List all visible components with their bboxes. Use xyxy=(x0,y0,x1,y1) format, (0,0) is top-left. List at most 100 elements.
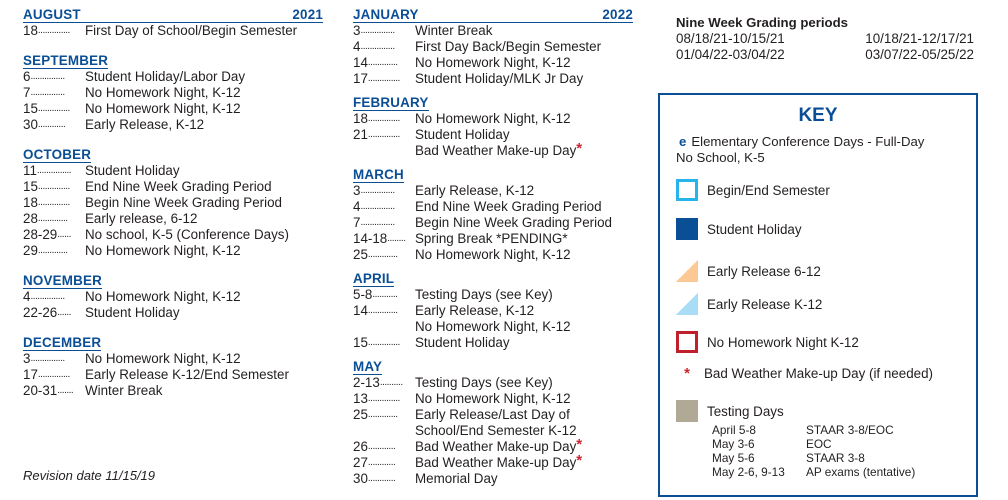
event-date: 15 xyxy=(23,101,38,116)
calendar-event: 25............. Early Release/Last Day of xyxy=(353,407,633,423)
grading-period: 08/18/21-10/15/21 xyxy=(676,31,785,46)
calendar-event: 30............ Memorial Day xyxy=(353,471,633,487)
test-name: EOC xyxy=(806,437,832,451)
event-date: 17 xyxy=(23,367,38,382)
calendar-event: 22-26...... Student Holiday xyxy=(23,305,323,321)
month-heading: MARCH xyxy=(353,167,633,183)
key-title: KEY xyxy=(798,105,838,126)
calendar-event: 26............ Bad Weather Make-up Day * xyxy=(353,437,633,455)
event-text: No Homework Night, K-12 xyxy=(85,351,241,366)
testing-row: May 5-6 STAAR 3-8 xyxy=(712,451,915,465)
calendar-column-spring: JANUARY 2022 3............... Winter Break 4… xyxy=(353,0,633,487)
key-item-label: Begin/End Semester xyxy=(707,182,830,198)
key-conference-days: e Elementary Conference Days - Full-Day N… xyxy=(676,134,976,166)
calendar-event: No Homework Night, K-12 xyxy=(353,319,633,335)
key-item-no-homework-night: No Homework Night K-12 xyxy=(676,331,859,353)
conference-marker-icon: e xyxy=(679,134,687,149)
test-name: STAAR 3-8/EOC xyxy=(806,423,894,437)
calendar-column-fall: AUGUST 2021 18.............. First Day of S… xyxy=(23,0,323,399)
event-text: No Homework Night, K-12 xyxy=(85,85,241,100)
event-date: 15 xyxy=(23,179,38,194)
month-heading: JANUARY 2022 xyxy=(353,7,633,23)
event-text: No Homework Night, K-12 xyxy=(85,101,241,116)
test-date: May 3-6 xyxy=(712,437,755,451)
dot-leader: ............... xyxy=(30,291,65,302)
calendar-event: 5-8........... Testing Days (see Key) xyxy=(353,287,633,303)
month-name: OCTOBER xyxy=(23,147,92,163)
calendar-event: 18.............. No Homework Night, K-12 xyxy=(353,111,633,127)
grading-period: 03/07/22-05/25/22 xyxy=(865,47,974,62)
event-text: Student Holiday xyxy=(85,305,180,320)
dot-leader: ............... xyxy=(360,41,395,52)
calendar-event: 18.............. Begin Nine Week Grading … xyxy=(23,195,323,211)
event-date: 18 xyxy=(353,111,368,126)
grading-row: 01/04/22-03/04/22 03/07/22-05/25/22 xyxy=(676,47,974,63)
event-text: No Homework Night, K-12 xyxy=(415,247,571,262)
calendar-event: 25............. No Homework Night, K-12 xyxy=(353,247,633,263)
event-date: 3 xyxy=(23,351,31,366)
dot-leader: .............. xyxy=(367,393,400,404)
event-date: 14 xyxy=(353,303,368,318)
event-date: 14-18 xyxy=(353,231,388,246)
event-text: No Homework Night, K-12 xyxy=(85,289,241,304)
calendar-event: 14-18........ Spring Break *PENDING* xyxy=(353,231,633,247)
calendar-event: 28............. Early release, 6-12 xyxy=(23,211,323,227)
dot-leader: ............. xyxy=(37,245,68,256)
event-date: 21 xyxy=(353,127,368,142)
test-date: May 2-6, 9-13 xyxy=(712,465,785,479)
grading-period: 10/18/21-12/17/21 xyxy=(865,31,974,46)
dot-leader: ............. xyxy=(367,249,398,260)
event-text: No school, K-5 (Conference Days) xyxy=(85,227,289,242)
dot-leader: ............ xyxy=(367,457,396,468)
dot-leader: .............. xyxy=(367,73,400,84)
event-text: Early Release, K-12 xyxy=(85,117,205,132)
calendar-event: 14............. No Homework Night, K-12 xyxy=(353,55,633,71)
test-name: STAAR 3-8 xyxy=(806,451,865,465)
event-date: 4 xyxy=(23,289,31,304)
key-item-student-holiday: Student Holiday xyxy=(676,218,802,240)
event-date: 18 xyxy=(23,23,38,38)
event-text: Early release, 6-12 xyxy=(85,211,198,226)
revision-date: Revision date 11/15/19 xyxy=(23,468,156,483)
calendar-event: 27............ Bad Weather Make-up Day * xyxy=(353,453,633,471)
early-release-k-12-triangle-icon xyxy=(676,293,698,315)
calendar-event: 17.............. Early Release K-12/End S… xyxy=(23,367,323,383)
event-text: School/End Semester K-12 xyxy=(415,423,577,438)
dot-leader: ............. xyxy=(37,213,68,224)
event-date: 29 xyxy=(23,243,38,258)
test-date: May 5-6 xyxy=(712,451,755,465)
month-heading: OCTOBER xyxy=(23,147,323,163)
dot-leader: ............... xyxy=(360,25,395,36)
event-date: 30 xyxy=(353,471,368,486)
event-text: Spring Break *PENDING* xyxy=(415,231,568,246)
event-date: 20-31 xyxy=(23,383,58,398)
event-text: No Homework Night, K-12 xyxy=(415,55,571,70)
event-text: Memorial Day xyxy=(415,471,498,486)
conference-text: Elementary Conference Days - Full-Day xyxy=(691,134,925,149)
student-holiday-swatch-icon xyxy=(676,218,698,240)
month-name: APRIL xyxy=(353,271,395,287)
key-item-label: Testing Days xyxy=(707,403,784,419)
calendar-event: 20-31....... Winter Break xyxy=(23,383,323,399)
event-text: No Homework Night, K-12 xyxy=(415,111,571,126)
no-homework-night-swatch-icon xyxy=(676,331,698,353)
month-april: APRIL 5-8........... Testing Days (see Key… xyxy=(353,271,633,351)
event-text: Early Release K-12/End Semester xyxy=(85,367,289,382)
testing-schedule: April 5-8 STAAR 3-8/EOC May 3-6 EOC May 5-… xyxy=(712,423,915,479)
test-name: AP exams (tentative) xyxy=(806,465,916,479)
month-september: SEPTEMBER 6............... Student Holiday… xyxy=(23,53,323,133)
testing-row: May 3-6 EOC xyxy=(712,437,915,451)
calendar-event: Bad Weather Make-up Day * xyxy=(353,141,633,159)
month-may: MAY 2-13.......... Testing Days (see Key) 1… xyxy=(353,359,633,487)
dot-leader: .......... xyxy=(379,377,403,388)
event-date: 17 xyxy=(353,71,368,86)
event-text: Student Holiday xyxy=(415,335,510,350)
key-item-label: Bad Weather Make-up Day (if needed) xyxy=(704,366,934,381)
calendar-event: School/End Semester K-12 xyxy=(353,423,633,439)
dot-leader: .............. xyxy=(367,337,400,348)
testing-row: April 5-8 STAAR 3-8/EOC xyxy=(712,423,915,437)
event-text: First Day of School/Begin Semester xyxy=(85,23,298,38)
grading-periods-title: Nine Week Grading periods xyxy=(676,15,848,30)
event-date: 4 xyxy=(353,39,361,54)
grading-period: 01/04/22-03/04/22 xyxy=(676,47,785,62)
